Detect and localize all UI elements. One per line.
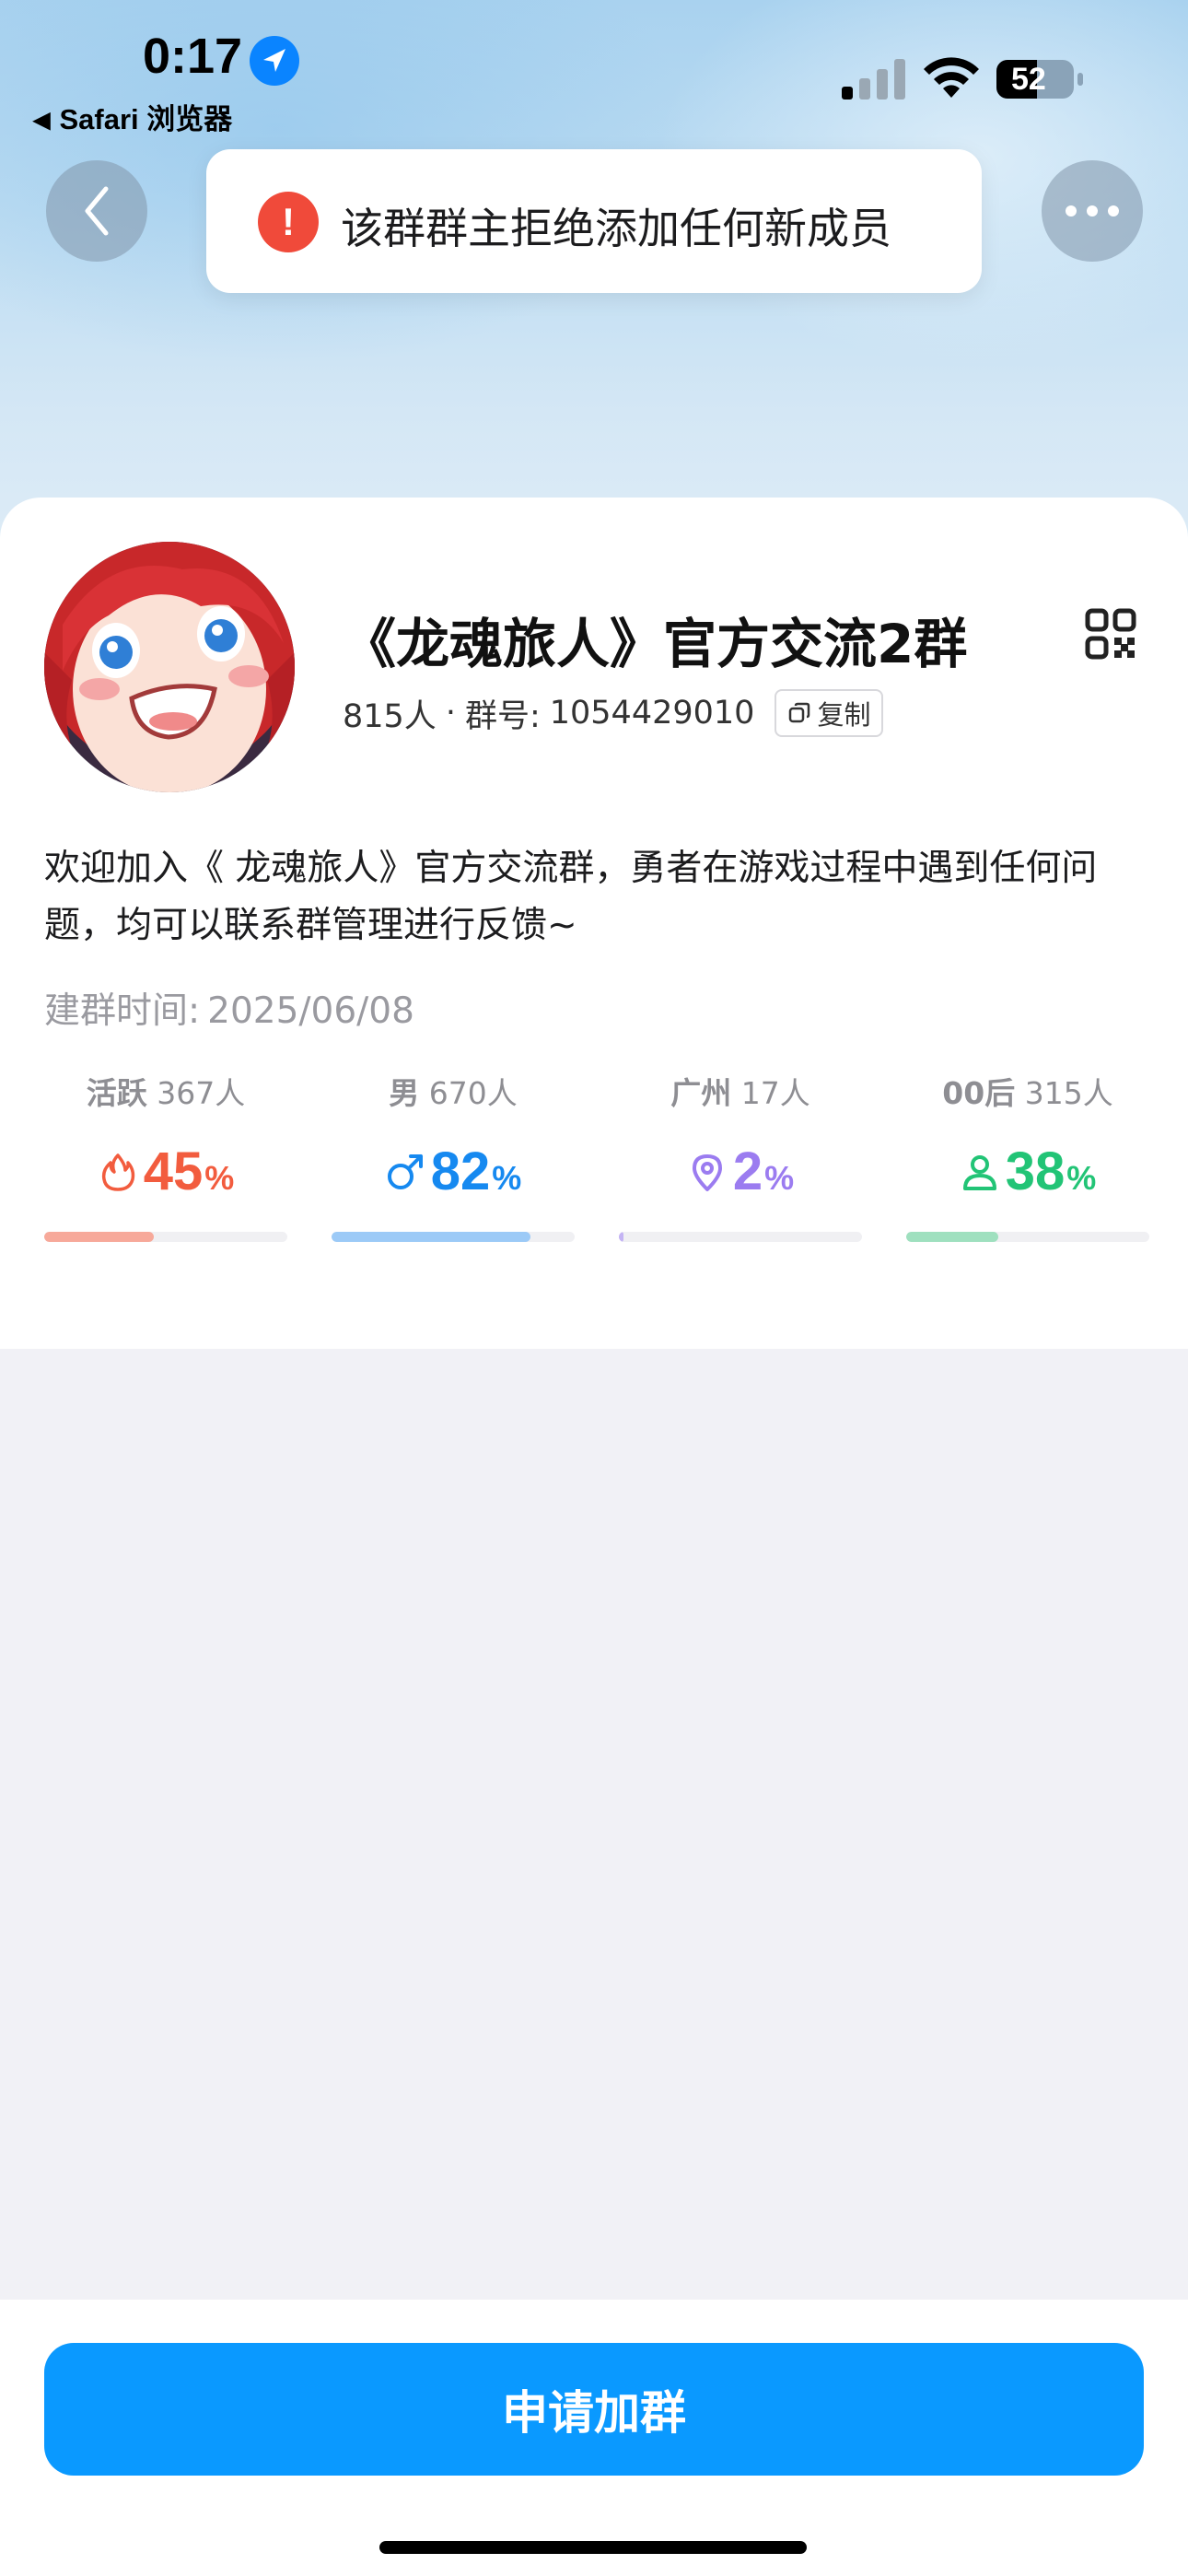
location-pin-icon — [692, 1153, 722, 1191]
copy-icon — [789, 702, 810, 723]
more-dots-icon — [1066, 205, 1119, 217]
stat-key: 广州 — [670, 1075, 732, 1111]
back-app-label: Safari 浏览器 — [59, 103, 233, 135]
stat-value: 45 — [143, 1142, 204, 1201]
stat-bar — [619, 1232, 862, 1242]
stat-age: 00后 315人 38% — [906, 1069, 1149, 1242]
battery-level: 52 — [1011, 62, 1046, 97]
stat-key: 男 — [389, 1075, 420, 1111]
stat-bar-fill — [906, 1232, 999, 1242]
flame-icon — [101, 1153, 134, 1191]
chevron-left-icon — [85, 186, 109, 236]
stat-count: 670人 — [428, 1075, 518, 1111]
member-count: 815人 — [343, 697, 437, 735]
stat-count: 315人 — [1024, 1075, 1113, 1111]
join-group-button[interactable]: 申请加群 — [44, 2343, 1144, 2476]
stat-key: 活跃 — [86, 1075, 147, 1111]
group-id: 1054429010 — [549, 695, 755, 732]
stat-bar-fill — [44, 1232, 154, 1242]
stat-unit: % — [492, 1159, 522, 1197]
stat-bar — [906, 1232, 1149, 1242]
stat-bar-fill — [619, 1232, 624, 1242]
avatar-image — [44, 542, 295, 792]
error-toast: ! 该群群主拒绝添加任何新成员 — [206, 149, 982, 293]
stat-bar — [332, 1232, 575, 1242]
status-time: 0:17 — [143, 29, 243, 84]
stat-value: 38 — [1005, 1142, 1066, 1201]
stat-key: 00后 — [942, 1075, 1016, 1111]
stat-bar-fill — [332, 1232, 531, 1242]
group-id-label: 群号: — [464, 697, 541, 735]
qr-code-icon[interactable] — [1085, 608, 1136, 660]
stat-male: 男 670人 82% — [332, 1069, 575, 1242]
copy-label: 复制 — [817, 699, 871, 731]
stat-active: 活跃 367人 45% — [44, 1069, 287, 1242]
toast-message: 该群群主拒绝添加任何新成员 — [341, 204, 891, 253]
battery-indicator: 52 — [996, 58, 1085, 100]
wifi-icon — [924, 57, 979, 98]
stat-count: 17人 — [740, 1075, 810, 1111]
meta-separator: · — [445, 695, 456, 732]
copy-button[interactable]: 复制 — [775, 689, 884, 737]
home-indicator — [379, 2541, 807, 2554]
back-triangle-icon: ◀ — [33, 108, 51, 133]
stat-value: 82 — [430, 1142, 491, 1201]
created-date: 2025/06/08 — [207, 990, 414, 1032]
back-button[interactable] — [46, 160, 147, 262]
stat-unit: % — [204, 1159, 235, 1197]
stat-location: 广州 17人 2% — [619, 1069, 862, 1242]
person-icon — [962, 1154, 996, 1190]
male-icon — [387, 1153, 423, 1189]
group-name: 《龙魂旅人》官方交流2群 — [343, 613, 968, 675]
stat-bar — [44, 1232, 287, 1242]
stat-value: 2 — [732, 1142, 763, 1201]
group-meta: 815人 · 群号: 1054429010 复制 — [343, 689, 884, 737]
group-description: 欢迎加入《 龙魂旅人》官方交流群，勇者在游戏过程中遇到任何问题，均可以联系群管理… — [44, 848, 1098, 946]
location-arrow-icon — [250, 36, 299, 86]
cellular-signal-icon — [842, 59, 905, 100]
more-button[interactable] — [1042, 160, 1143, 262]
group-avatar[interactable] — [44, 542, 295, 792]
created-label: 建群时间: — [44, 990, 201, 1032]
stat-unit: % — [1066, 1159, 1097, 1197]
back-to-app-link[interactable]: ◀ Safari 浏览器 — [33, 96, 232, 137]
created-time: 建群时间: 2025/06/08 — [44, 982, 414, 1034]
stat-count: 367人 — [157, 1075, 246, 1111]
stat-unit: % — [764, 1159, 795, 1197]
alert-icon: ! — [258, 192, 319, 252]
